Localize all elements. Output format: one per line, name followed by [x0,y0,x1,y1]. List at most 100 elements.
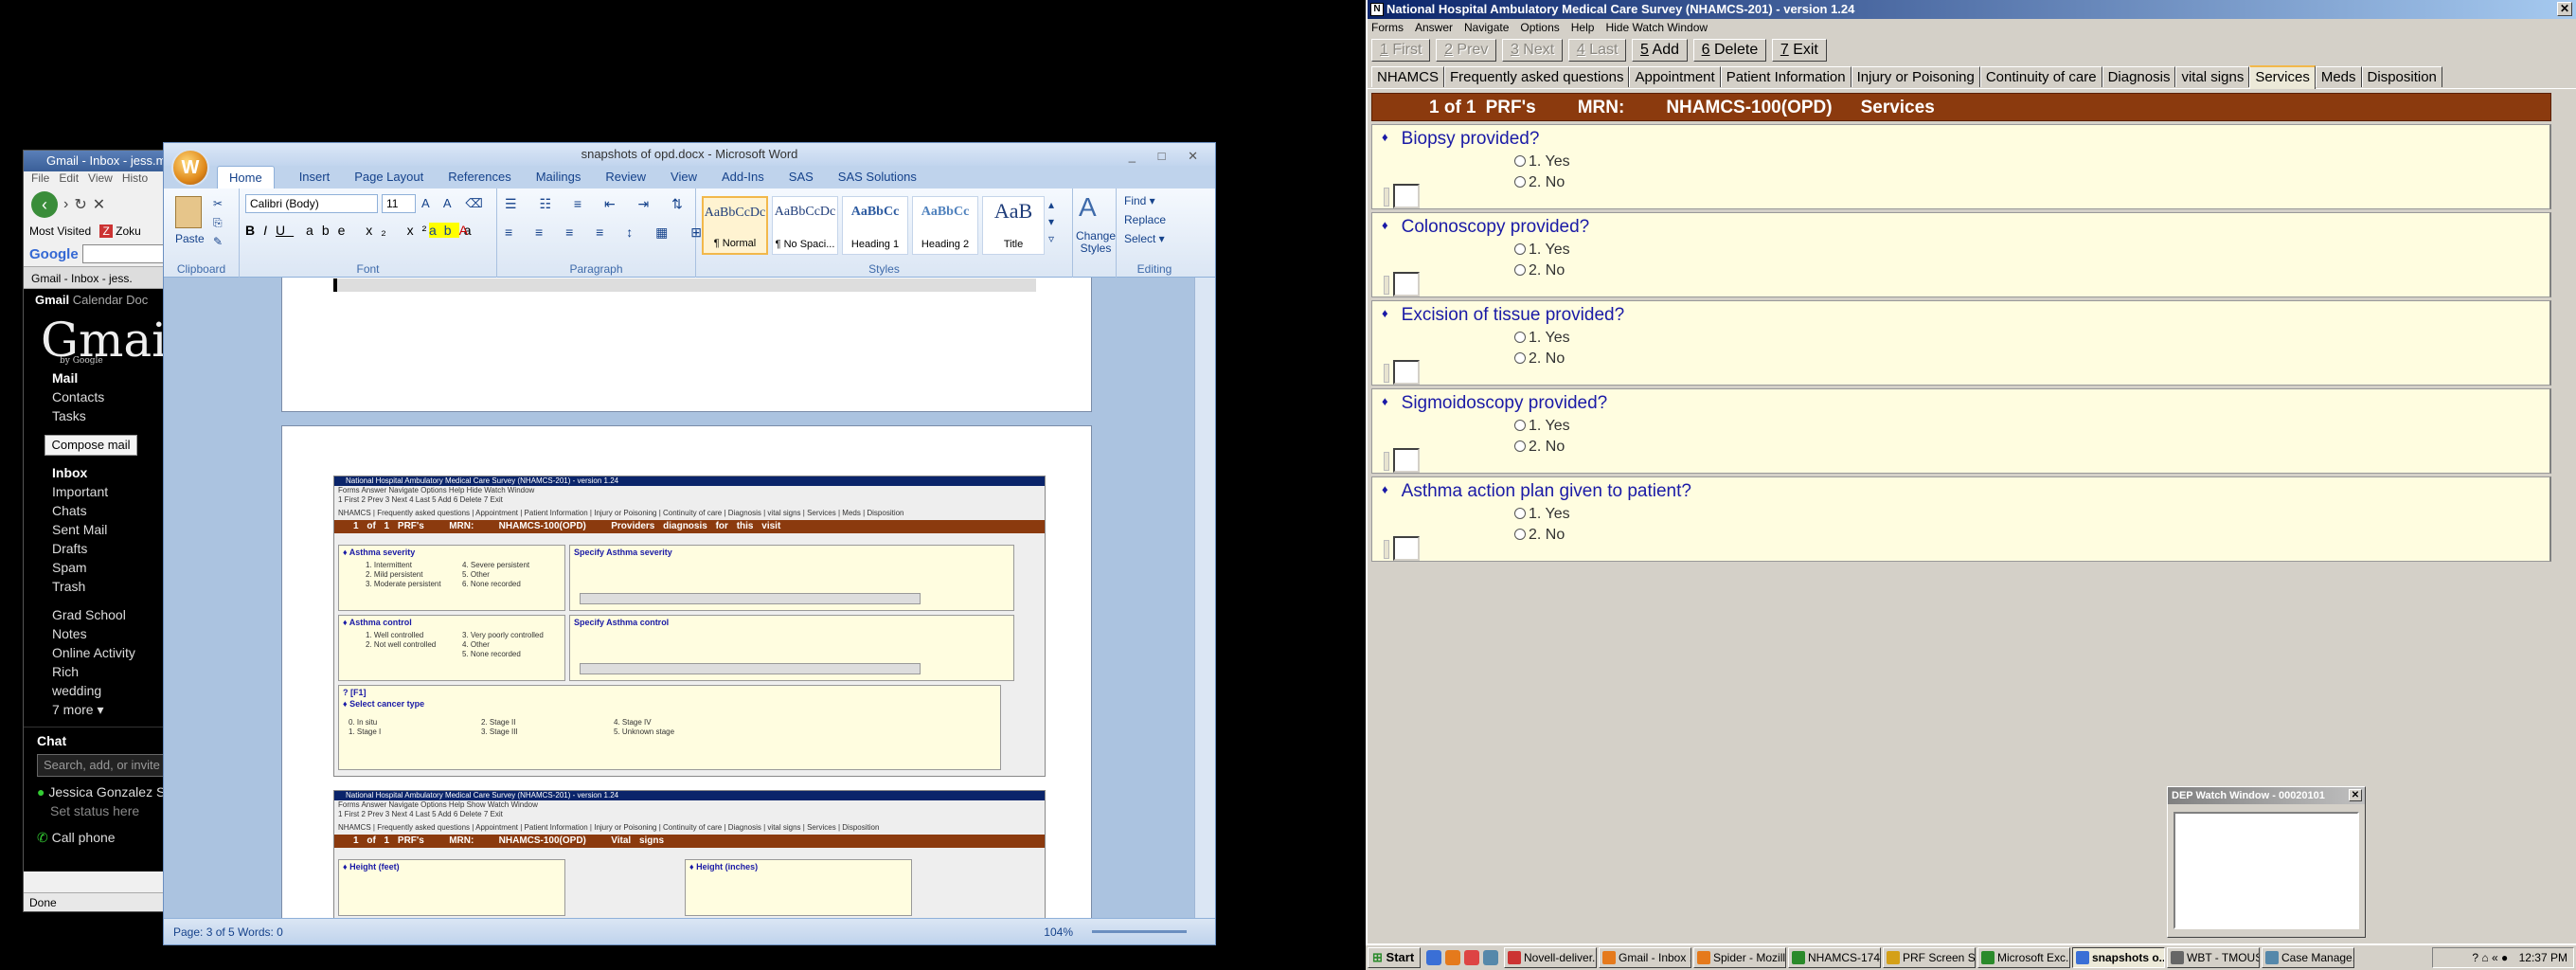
exit-button[interactable]: 7 Exit [1771,39,1827,62]
next-button[interactable]: 3 Next [1501,39,1564,62]
radio-icon[interactable] [1514,243,1526,255]
tab-patient-information[interactable]: Patient Information [1720,66,1852,87]
labels-more[interactable]: 7 more ▾ [52,700,169,719]
chat-contact[interactable]: ● Jessica Gonzalez S [37,782,169,801]
office-button[interactable]: W [171,149,209,187]
option-no[interactable]: 2. No [1514,174,1565,191]
option-yes[interactable]: 1. Yes [1514,242,1570,259]
tab-references[interactable]: References [448,166,510,189]
menu-options[interactable]: Options [1520,21,1559,34]
radio-icon[interactable] [1514,264,1526,276]
folder-trash[interactable]: Trash [52,577,169,596]
replace-button[interactable]: Replace [1124,213,1166,226]
menu-navigate[interactable]: Navigate [1464,21,1509,34]
menu-help[interactable]: Help [1571,21,1595,34]
firefox-icon[interactable] [1445,950,1460,965]
radio-icon[interactable] [1514,420,1526,431]
tab-disposition[interactable]: Disposition [2361,66,2442,87]
answer-input[interactable] [1393,184,1420,208]
style-heading-1[interactable]: AaBbCc Heading 1 [842,196,908,255]
taskbar-item[interactable]: Case Manage... [2262,947,2354,968]
status-input[interactable]: Set status here [37,801,169,820]
folder-drafts[interactable]: Drafts [52,539,169,558]
answer-input[interactable] [1393,272,1420,296]
reload-icon[interactable]: ↻ [74,195,86,214]
style-no-spacing[interactable]: AaBbCcDc ¶ No Spaci... [772,196,838,255]
topnav-calendar[interactable]: Calendar [73,293,123,307]
tab-add-ins[interactable]: Add-Ins [722,166,764,189]
option-yes[interactable]: 1. Yes [1514,153,1570,171]
list-indent-icons[interactable]: ☰ ☷ ≡ ⇤ ⇥ ⇅ ¶ [505,196,722,212]
call-phone-link[interactable]: ✆ Call phone [37,828,169,847]
ie-icon[interactable] [1426,950,1441,965]
tab-mailings[interactable]: Mailings [536,166,581,189]
tab-faq[interactable]: Frequently asked questions [1444,66,1630,87]
tab-nhamcs[interactable]: NHAMCS [1371,66,1445,87]
grow-shrink-clear-icons[interactable]: A A ⌫ [421,196,489,211]
dep-watch-list[interactable] [2174,812,2359,929]
folder-inbox[interactable]: Inbox [52,463,169,482]
stop-icon[interactable]: ✕ [93,195,105,214]
tab-home[interactable]: Home [217,166,275,189]
tab-continuity-of-care[interactable]: Continuity of care [1979,66,2102,87]
zoom-slider[interactable] [1092,930,1187,933]
taskbar-item[interactable]: Novell-deliver... [1504,947,1597,968]
radio-icon[interactable] [1514,176,1526,188]
change-styles-button[interactable]: Change Styles [1075,230,1117,255]
back-arrow-icon[interactable]: ‹ [31,191,58,218]
alignment-icons[interactable]: ≡ ≡ ≡ ≡ ↕ ▦ ⊞ [505,225,711,241]
label-online-activity[interactable]: Online Activity [52,643,169,662]
delete-button[interactable]: 6 Delete [1692,39,1767,62]
google-search-input[interactable] [81,244,169,263]
answer-input[interactable] [1393,536,1420,561]
label-rich[interactable]: Rich [52,662,169,681]
bookmark-zoku[interactable]: Zoku [116,225,141,238]
option-no[interactable]: 2. No [1514,527,1565,544]
tab-view[interactable]: View [671,166,697,189]
taskbar-item[interactable]: NHAMCS-174 ... [1788,947,1881,968]
compose-mail-button[interactable]: Compose mail [45,435,137,456]
taskbar-item[interactable]: PRF Screen S... [1883,947,1976,968]
tab-injury-poisoning[interactable]: Injury or Poisoning [1851,66,1980,87]
close-icon[interactable]: ✕ [2557,2,2572,16]
nav-mail[interactable]: Mail [52,368,169,387]
paste-icon[interactable] [175,196,202,228]
radio-icon[interactable] [1514,440,1526,452]
font-name-select[interactable]: Calibri (Body) [245,194,378,213]
radio-icon[interactable] [1514,352,1526,364]
taskbar-item[interactable]: WBT - TMOUS... [2167,947,2260,968]
window-controls-icon[interactable]: _ □ ✕ [1129,145,1208,168]
taskbar-item[interactable]: snapshots o... [2072,947,2165,968]
add-button[interactable]: 5 Add [1632,39,1688,62]
styles-scroll-icon[interactable]: ▴ ▾ ▿ [1048,196,1054,247]
menu-file[interactable]: File [31,171,49,185]
style-heading-2[interactable]: AaBbCc Heading 2 [912,196,978,255]
change-styles-icon[interactable]: A [1079,192,1097,223]
desktop-icon[interactable] [1483,950,1498,965]
quicklaunch-icon[interactable] [1464,950,1479,965]
option-yes[interactable]: 1. Yes [1514,418,1570,435]
tab-diagnosis[interactable]: Diagnosis [2102,66,2176,87]
menu-answer[interactable]: Answer [1415,21,1453,34]
nav-contacts[interactable]: Contacts [52,387,169,406]
option-no[interactable]: 2. No [1514,439,1565,456]
radio-icon[interactable] [1514,508,1526,519]
highlight-fontcolor-icons[interactable]: abA [429,223,475,238]
prev-button[interactable]: 2 Prev [1436,39,1497,62]
dep-close-icon[interactable]: ✕ [2349,789,2362,801]
style-title[interactable]: AaB Title [982,196,1045,255]
tab-sas-solutions[interactable]: SAS Solutions [838,166,917,189]
radio-icon[interactable] [1514,529,1526,540]
forward-arrow-icon[interactable]: › [63,196,68,213]
tab-insert[interactable]: Insert [299,166,331,189]
tab-sas[interactable]: SAS [789,166,814,189]
menu-forms[interactable]: Forms [1371,21,1404,34]
bookmark-most-visited[interactable]: Most Visited [29,225,91,238]
find-button[interactable]: Find ▾ [1124,194,1155,207]
taskbar-item[interactable]: Microsoft Exc... [1977,947,2070,968]
style-normal[interactable]: AaBbCcDc ¶ Normal [702,196,768,255]
tab-appointment[interactable]: Appointment [1629,66,1721,87]
tab-vital-signs[interactable]: vital signs [2175,66,2250,87]
zoom-level[interactable]: 104% [1044,919,1073,944]
font-size-select[interactable]: 11 [382,194,416,213]
